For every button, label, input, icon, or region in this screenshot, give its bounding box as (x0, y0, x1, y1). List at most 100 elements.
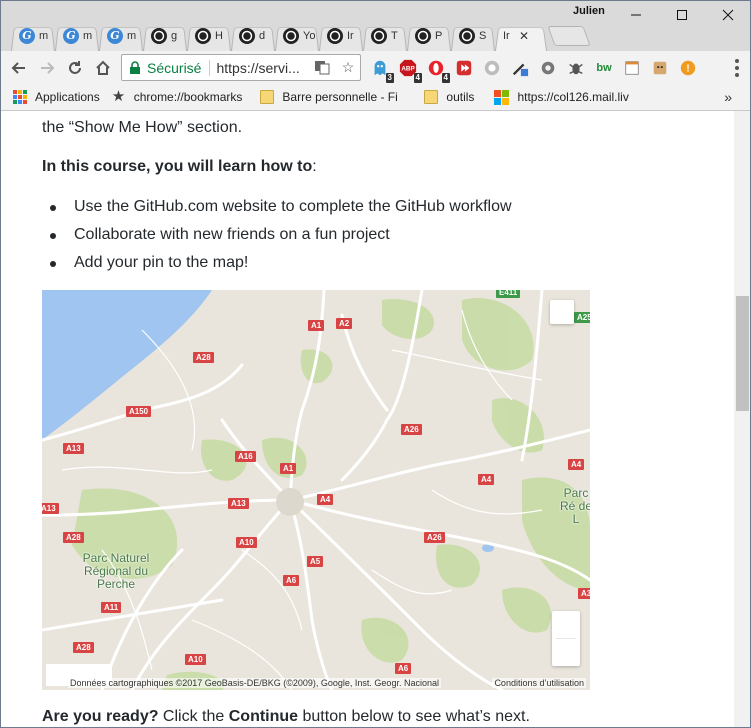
github-icon (459, 27, 475, 44)
profile-name[interactable]: Julien (573, 5, 605, 17)
reload-button[interactable] (61, 54, 89, 82)
bookmark-folder-outils[interactable]: outils (424, 90, 474, 104)
github-icon (239, 27, 255, 44)
tab[interactable]: g (139, 20, 183, 51)
minimize-button[interactable] (613, 1, 659, 29)
page-content: the “Show Me How” section. In this cours… (1, 111, 734, 727)
tab[interactable]: P (403, 20, 447, 51)
maximize-button[interactable] (659, 1, 705, 29)
extensions-bar: 3 ABP 4 4 bw ! (369, 57, 699, 83)
opera-icon[interactable]: 4 (425, 57, 450, 83)
apps-grid-icon (13, 90, 27, 104)
zoom-control[interactable] (552, 611, 580, 666)
map[interactable]: E411 A25 A1 A2 A28 A150 A13 A16 A1 A26 A… (42, 290, 590, 690)
github-icon (151, 27, 167, 44)
home-button[interactable] (89, 54, 117, 82)
face-icon[interactable] (649, 57, 671, 79)
google-icon: G (107, 27, 123, 44)
browser-window: Gm Gm Gm g H d Yo Ir T P S Ir ✕ Julien Sé… (0, 0, 751, 728)
bookmark-folder-barre[interactable]: Barre personnelle - Fi (260, 90, 412, 104)
gear-icon[interactable] (537, 57, 559, 79)
new-tab-button[interactable] (551, 26, 587, 46)
ghostery-icon[interactable]: 3 (369, 57, 394, 83)
road-label: A16 (235, 451, 256, 462)
fullscreen-button[interactable] (550, 300, 574, 324)
bookmarks-more-button[interactable]: » (724, 89, 732, 105)
tab[interactable]: Yo (271, 20, 315, 51)
close-window-button[interactable] (705, 1, 750, 29)
tab-strip: Gm Gm Gm g H d Yo Ir T P S Ir ✕ (7, 20, 587, 51)
omnibox-actions: ☆ (314, 59, 356, 75)
tab[interactable]: H (183, 20, 227, 51)
road-label: A4 (568, 459, 585, 470)
bug-icon[interactable] (565, 57, 587, 79)
bookmark-mail[interactable]: https://col126.mail.liv (494, 89, 657, 105)
lead-text: In this course, you will learn how to: (42, 155, 317, 179)
ready-end: button below to see what’s next. (298, 708, 530, 725)
lock-icon (130, 60, 140, 74)
lead-bold: In this course, you will learn how to (42, 158, 313, 175)
tab[interactable]: d (227, 20, 271, 51)
tab-label: T (391, 29, 398, 42)
ready-bold: Are you ready? (42, 708, 159, 725)
bookmark-label: https://col126.mail.liv (517, 90, 629, 104)
eyedropper-icon[interactable] (509, 57, 531, 79)
video-icon[interactable] (453, 57, 475, 79)
tab[interactable]: T (359, 20, 403, 51)
road-label: E411 (496, 290, 521, 298)
alert-icon[interactable]: ! (677, 57, 699, 79)
bookmark-apps[interactable]: Applications (13, 90, 100, 104)
road-label: A4 (478, 474, 495, 485)
list-item: Use the GitHub.com website to complete t… (50, 195, 512, 223)
bookmark-label: Barre personnelle - Fi (282, 90, 398, 104)
tab-label: m (83, 29, 93, 42)
ready-mid: Click the (158, 708, 229, 725)
bubble-icon[interactable] (481, 57, 503, 79)
road-label: A6 (283, 575, 300, 586)
adblock-plus-icon[interactable]: ABP 4 (397, 57, 422, 83)
github-icon (283, 27, 299, 44)
forward-button[interactable] (33, 54, 61, 82)
bookmark-label: outils (446, 90, 475, 104)
tab[interactable]: Ir (315, 20, 359, 51)
continue-label: Continue (228, 708, 299, 725)
scrollbar[interactable] (734, 111, 750, 727)
close-icon[interactable]: ✕ (519, 29, 529, 43)
title-bar: Gm Gm Gm g H d Yo Ir T P S Ir ✕ Julien (1, 1, 750, 51)
tab[interactable]: Gm (51, 20, 95, 51)
road-label: A1 (308, 320, 325, 331)
bookmarks-bar: Applications ★ chrome://bookmarks Barre … (1, 84, 750, 111)
scrollbar-thumb[interactable] (736, 296, 749, 411)
list-item: Collaborate with new friends on a fun pr… (50, 223, 512, 251)
notes-icon[interactable] (621, 57, 643, 79)
road-label: A4 (317, 494, 334, 505)
map-terms-link[interactable]: Conditions d’utilisation (492, 678, 586, 688)
arrow-left-icon (11, 61, 25, 74)
star-icon: ★ (111, 88, 126, 105)
star-icon[interactable]: ☆ (340, 59, 356, 75)
github-icon (371, 27, 387, 44)
tab-active[interactable]: Ir ✕ (491, 20, 543, 51)
back-button[interactable] (5, 54, 33, 82)
road-label: A13 (42, 503, 59, 514)
road-label: A150 (126, 406, 152, 417)
tab[interactable]: Gm (7, 20, 51, 51)
url-text[interactable]: https://servi... (216, 60, 299, 76)
address-bar[interactable]: Sécurisé https://servi... ☆ (121, 54, 361, 81)
menu-button[interactable] (729, 59, 745, 77)
tab-label: S (479, 29, 487, 42)
tab-label: g (171, 29, 178, 42)
tab[interactable]: S (447, 20, 491, 51)
road-label: A13 (63, 443, 84, 454)
translate-icon[interactable] (314, 59, 330, 75)
tab-label: Ir (347, 29, 354, 42)
tab[interactable]: Gm (95, 20, 139, 51)
bookmark-chrome[interactable]: ★ chrome://bookmarks (111, 88, 243, 105)
bw-icon[interactable]: bw (593, 57, 615, 79)
map-canvas (42, 290, 590, 690)
road-label: A28 (73, 642, 94, 653)
road-label: A26 (424, 532, 445, 543)
ready-text: Are you ready? Click the Continue button… (42, 708, 530, 726)
tab-label: P (435, 29, 443, 42)
github-icon (415, 27, 431, 44)
